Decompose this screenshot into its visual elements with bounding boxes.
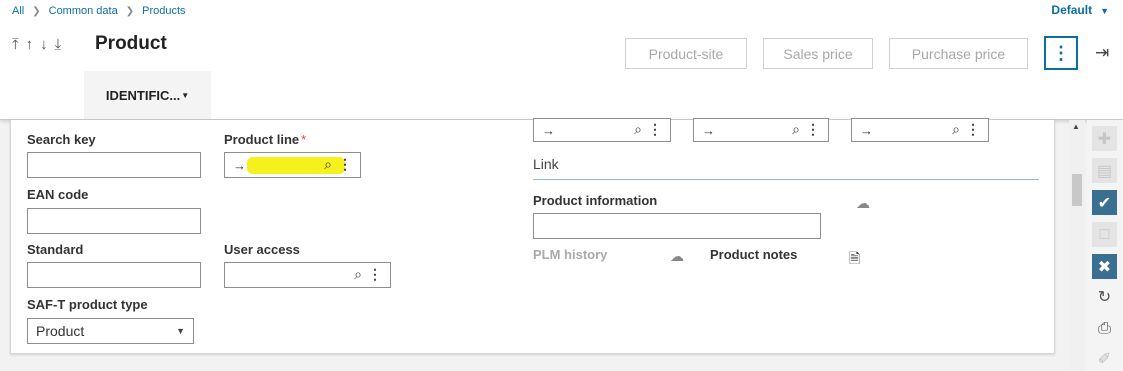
ean-code-label: EAN code [27, 187, 89, 202]
product-information-input[interactable] [533, 213, 821, 239]
cloud-icon[interactable]: ☁ [670, 248, 684, 265]
product-notes-label: Product notes [710, 247, 798, 262]
breadcrumb-products[interactable]: Products [142, 5, 185, 17]
saft-product-type-select[interactable]: Product ▼ [27, 318, 194, 344]
kebab-icon[interactable]: ⋮ [806, 121, 820, 138]
search-icon[interactable]: ⌕ [952, 121, 960, 138]
cloud-icon[interactable]: ☁ [856, 195, 870, 212]
refresh-icon[interactable]: ↻ [1092, 284, 1117, 309]
scrollbar[interactable]: ▲ [1069, 120, 1085, 371]
product-line-label: Product line * [224, 132, 306, 147]
purchase-price-button[interactable]: Purchase price [889, 38, 1028, 69]
breadcrumb: All ❯ Common data ❯ Products [12, 5, 186, 17]
arrow-right-icon: → [860, 122, 873, 138]
attachment-icon[interactable]: ✐ [1092, 346, 1117, 371]
caret-down-icon: ▼ [181, 90, 190, 100]
close-icon[interactable]: ✖ [1092, 254, 1117, 279]
section-divider [533, 179, 1039, 180]
tab-label: IDENTIFIC... [105, 87, 181, 103]
kebab-icon: ⋮ [1052, 42, 1070, 63]
search-icon[interactable]: ⌕ [324, 156, 332, 173]
search-icon[interactable]: ⌕ [354, 266, 362, 283]
standard-label: Standard [27, 242, 84, 257]
default-label: Default [1051, 3, 1093, 17]
page-title: Product [95, 33, 167, 54]
caret-down-icon: ▼ [176, 326, 185, 336]
product-line-lookup[interactable]: → ⌕ ⋮ [224, 152, 361, 178]
delete-icon[interactable]: □ [1092, 222, 1117, 247]
chevron-right-icon: ❯ [32, 5, 41, 17]
product-line-label-text: Product line [224, 132, 300, 147]
record-navigation: ⤒ ↑ ↓ ⤓ [12, 36, 61, 53]
last-record-icon[interactable]: ⤓ [55, 36, 62, 53]
chevron-right-icon: ❯ [125, 5, 135, 17]
kebab-icon[interactable]: ⋮ [966, 121, 980, 138]
more-actions-button[interactable]: ⋮ [1044, 36, 1078, 70]
arrow-right-icon: → [702, 122, 715, 138]
caret-down-icon: ▼ [1100, 6, 1109, 16]
add-icon[interactable]: ✚ [1092, 126, 1117, 151]
arrow-right-icon: → [233, 157, 246, 173]
search-key-input[interactable] [27, 152, 201, 178]
first-record-icon[interactable]: ⤒ [12, 36, 19, 53]
lookup-field-partial-2[interactable]: → ⌕ ⋮ [693, 118, 829, 142]
scroll-thumb[interactable] [1072, 174, 1082, 206]
scroll-up-icon[interactable]: ▲ [1072, 122, 1080, 131]
user-access-label: User access [224, 242, 300, 257]
previous-record-icon[interactable]: ↑ [26, 36, 34, 53]
standard-input[interactable] [27, 262, 201, 288]
search-icon[interactable]: ⌕ [634, 121, 642, 138]
search-icon[interactable]: ⌕ [792, 121, 800, 138]
kebab-icon[interactable]: ⋮ [338, 156, 352, 173]
save-icon[interactable]: ▤ [1092, 158, 1117, 183]
link-section-title: Link [533, 156, 559, 172]
saft-product-type-value: Product [36, 323, 85, 339]
next-record-icon[interactable]: ↓ [40, 36, 48, 53]
plm-history-link[interactable]: PLM history [533, 247, 607, 262]
product-site-button[interactable]: Product-site [625, 38, 747, 69]
product-information-label: Product information [533, 193, 658, 208]
tab-identification[interactable]: IDENTIFIC... ▼ [84, 71, 211, 119]
user-access-lookup[interactable]: ⌕ ⋮ [224, 262, 391, 288]
checkmark-icon[interactable]: ✔ [1092, 190, 1117, 215]
breadcrumb-all[interactable]: All [12, 5, 24, 17]
arrow-right-icon: → [542, 122, 555, 138]
required-indicator: * [301, 132, 307, 147]
search-key-label: Search key [27, 132, 96, 147]
lookup-field-partial-3[interactable]: → ⌕ ⋮ [851, 118, 989, 142]
print-icon[interactable]: ⎙ [1092, 316, 1117, 341]
saft-product-type-label: SAF-T product type [27, 297, 148, 312]
breadcrumb-common-data[interactable]: Common data [49, 5, 118, 17]
ean-code-input[interactable] [27, 208, 201, 234]
kebab-icon[interactable]: ⋮ [648, 121, 662, 138]
document-icon[interactable]: 🗎 [849, 248, 860, 272]
action-sidebar: ✚ ▤ ✔ □ ✖ ↻ ⎙ ✐ [1087, 120, 1123, 371]
exit-icon[interactable]: ⇥ [1095, 43, 1109, 63]
lookup-field-partial-1[interactable]: → ⌕ ⋮ [533, 118, 671, 142]
sales-price-button[interactable]: Sales price [763, 38, 873, 69]
form-panel: → ⌕ ⋮ → ⌕ ⋮ → ⌕ ⋮ Search key EAN code St… [10, 118, 1055, 354]
default-dropdown[interactable]: Default ▼ [1051, 3, 1109, 17]
header-bar: All ❯ Common data ❯ Products Default ▼ ⤒ … [0, 0, 1123, 120]
kebab-icon[interactable]: ⋮ [368, 266, 382, 283]
